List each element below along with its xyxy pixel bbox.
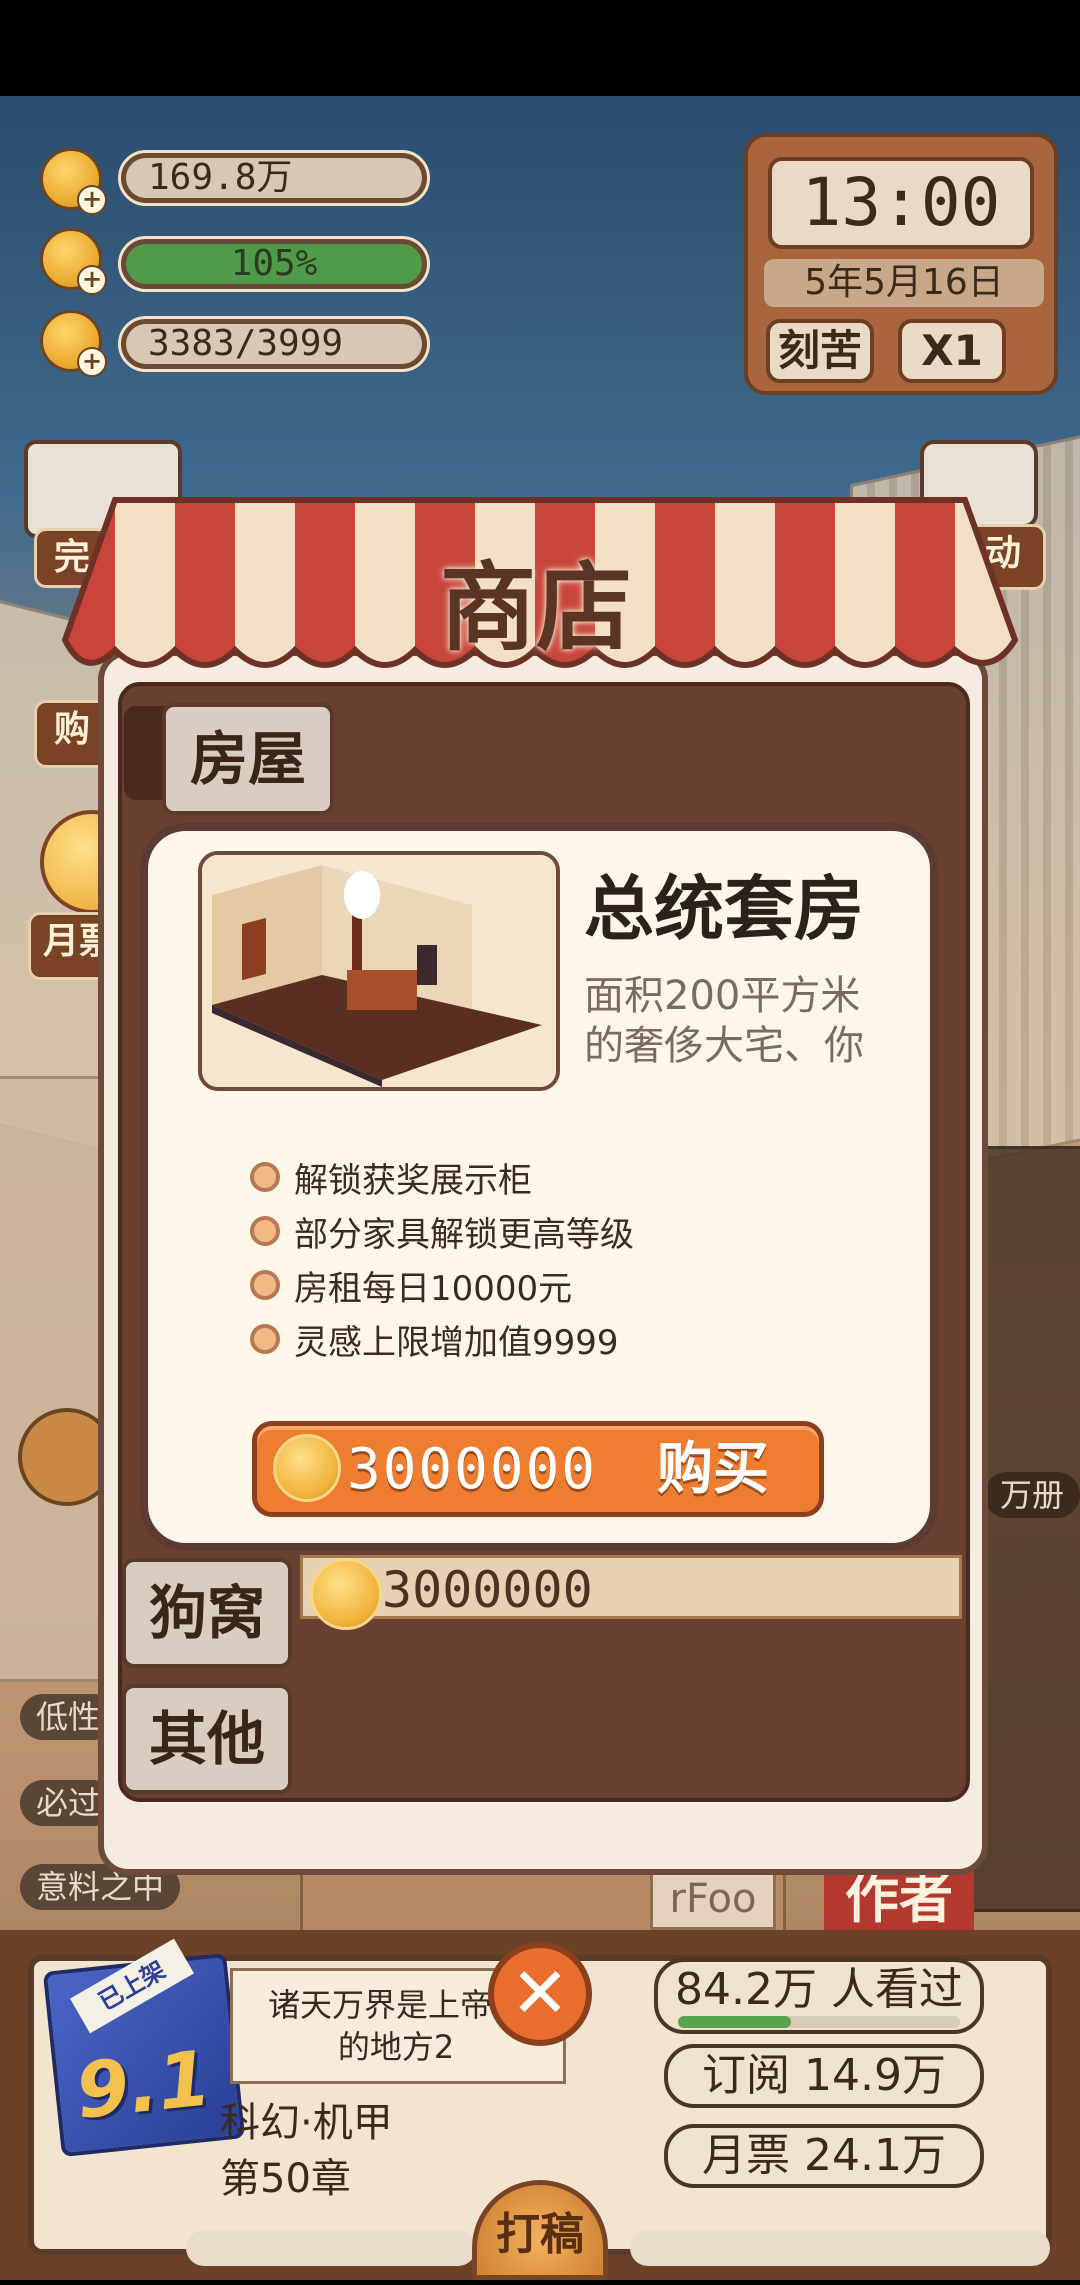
views-progress-fill (678, 2016, 791, 2028)
description-line-1: 面积200平方米 (584, 973, 861, 1019)
bottom-right-bar (630, 2230, 1050, 2266)
add-energy-icon[interactable]: + (77, 265, 107, 295)
item-description: 面积200平方米 的奢侈大宅、你 (584, 971, 904, 1071)
energy-value: 105% (126, 244, 422, 284)
views-pill: 84.2万 人看过 (654, 1958, 984, 2034)
status-bar (0, 0, 1080, 96)
bullet-icon (250, 1162, 280, 1192)
sign-2: 作者 (824, 1866, 974, 1932)
close-button[interactable]: ✕ (488, 1942, 592, 2046)
shop-title: 商店 (440, 551, 632, 664)
coins-value: 169.8万 (126, 158, 422, 198)
clock-panel: 13:00 5年5月16日 刻苦 X1 (744, 133, 1058, 395)
tab-house[interactable]: 房屋 (162, 703, 334, 815)
inspiration-bar: 3383/3999 (118, 316, 430, 372)
monthly-tickets-pill: 月票 24.1万 (664, 2124, 984, 2188)
item-detail-dialog: 总统套房 面积200平方米 的奢侈大宅、你 解锁获奖展示柜 部分家具解锁更高等级… (140, 823, 938, 1551)
suite-room-illustration (202, 855, 556, 1087)
clock-date: 5年5月16日 (764, 259, 1044, 307)
speed-button[interactable]: X1 (898, 319, 1006, 383)
inspiration-value: 3383/3999 (126, 324, 422, 364)
buy-label: 购买 (657, 1437, 769, 1502)
book-chapter: 第50章 (220, 2156, 351, 2202)
add-inspiration-icon[interactable]: + (77, 347, 107, 377)
buy-button[interactable]: 3000000 购买 (252, 1421, 824, 1517)
work-mode-button[interactable]: 刻苦 (766, 319, 874, 383)
tab-other[interactable]: 其他 (122, 1684, 292, 1794)
clock-time: 13:00 (768, 157, 1034, 249)
subscriptions-pill: 订阅 14.9万 (664, 2044, 984, 2108)
energy-icon[interactable]: + (40, 228, 107, 295)
bullet-icon (250, 1324, 280, 1354)
feature-item: 部分家具解锁更高等级 (250, 1207, 634, 1255)
row-price: 3000000 (382, 1561, 593, 1619)
item-name: 总统套房 (584, 867, 864, 950)
copies-label: 万册 (984, 1472, 1080, 1518)
energy-bar: 105% (118, 236, 430, 292)
suite-image (198, 851, 560, 1091)
add-coins-icon[interactable]: + (77, 185, 107, 215)
row-coin-icon (310, 1558, 382, 1630)
feature-item: 灵感上限增加值9999 (250, 1315, 619, 1363)
sign-1: rFoo (650, 1868, 776, 1930)
write-button-label: 打稿 (496, 2209, 584, 2260)
description-line-2: 的奢侈大宅、你 (584, 1023, 864, 1069)
bottom-left-bar (186, 2230, 476, 2266)
feature-item: 解锁获奖展示柜 (250, 1153, 532, 1201)
book-genre: 科幻·机甲 (220, 2100, 393, 2146)
lightbulb-icon[interactable]: + (40, 310, 107, 377)
bullet-icon (250, 1216, 280, 1246)
book-rating: 9.1 (71, 2033, 215, 2136)
bullet-icon (250, 1270, 280, 1300)
coins-bar: 169.8万 (118, 150, 430, 206)
buy-price: 3000000 (347, 1437, 598, 1502)
tab-doghouse[interactable]: 狗窝 (122, 1558, 292, 1668)
coin-icon (273, 1434, 341, 1502)
views-text: 84.2万 人看过 (675, 1964, 963, 2015)
feature-item: 房租每日10000元 (250, 1261, 572, 1309)
views-progress-track (678, 2016, 960, 2028)
coin-icon[interactable]: + (40, 148, 107, 215)
